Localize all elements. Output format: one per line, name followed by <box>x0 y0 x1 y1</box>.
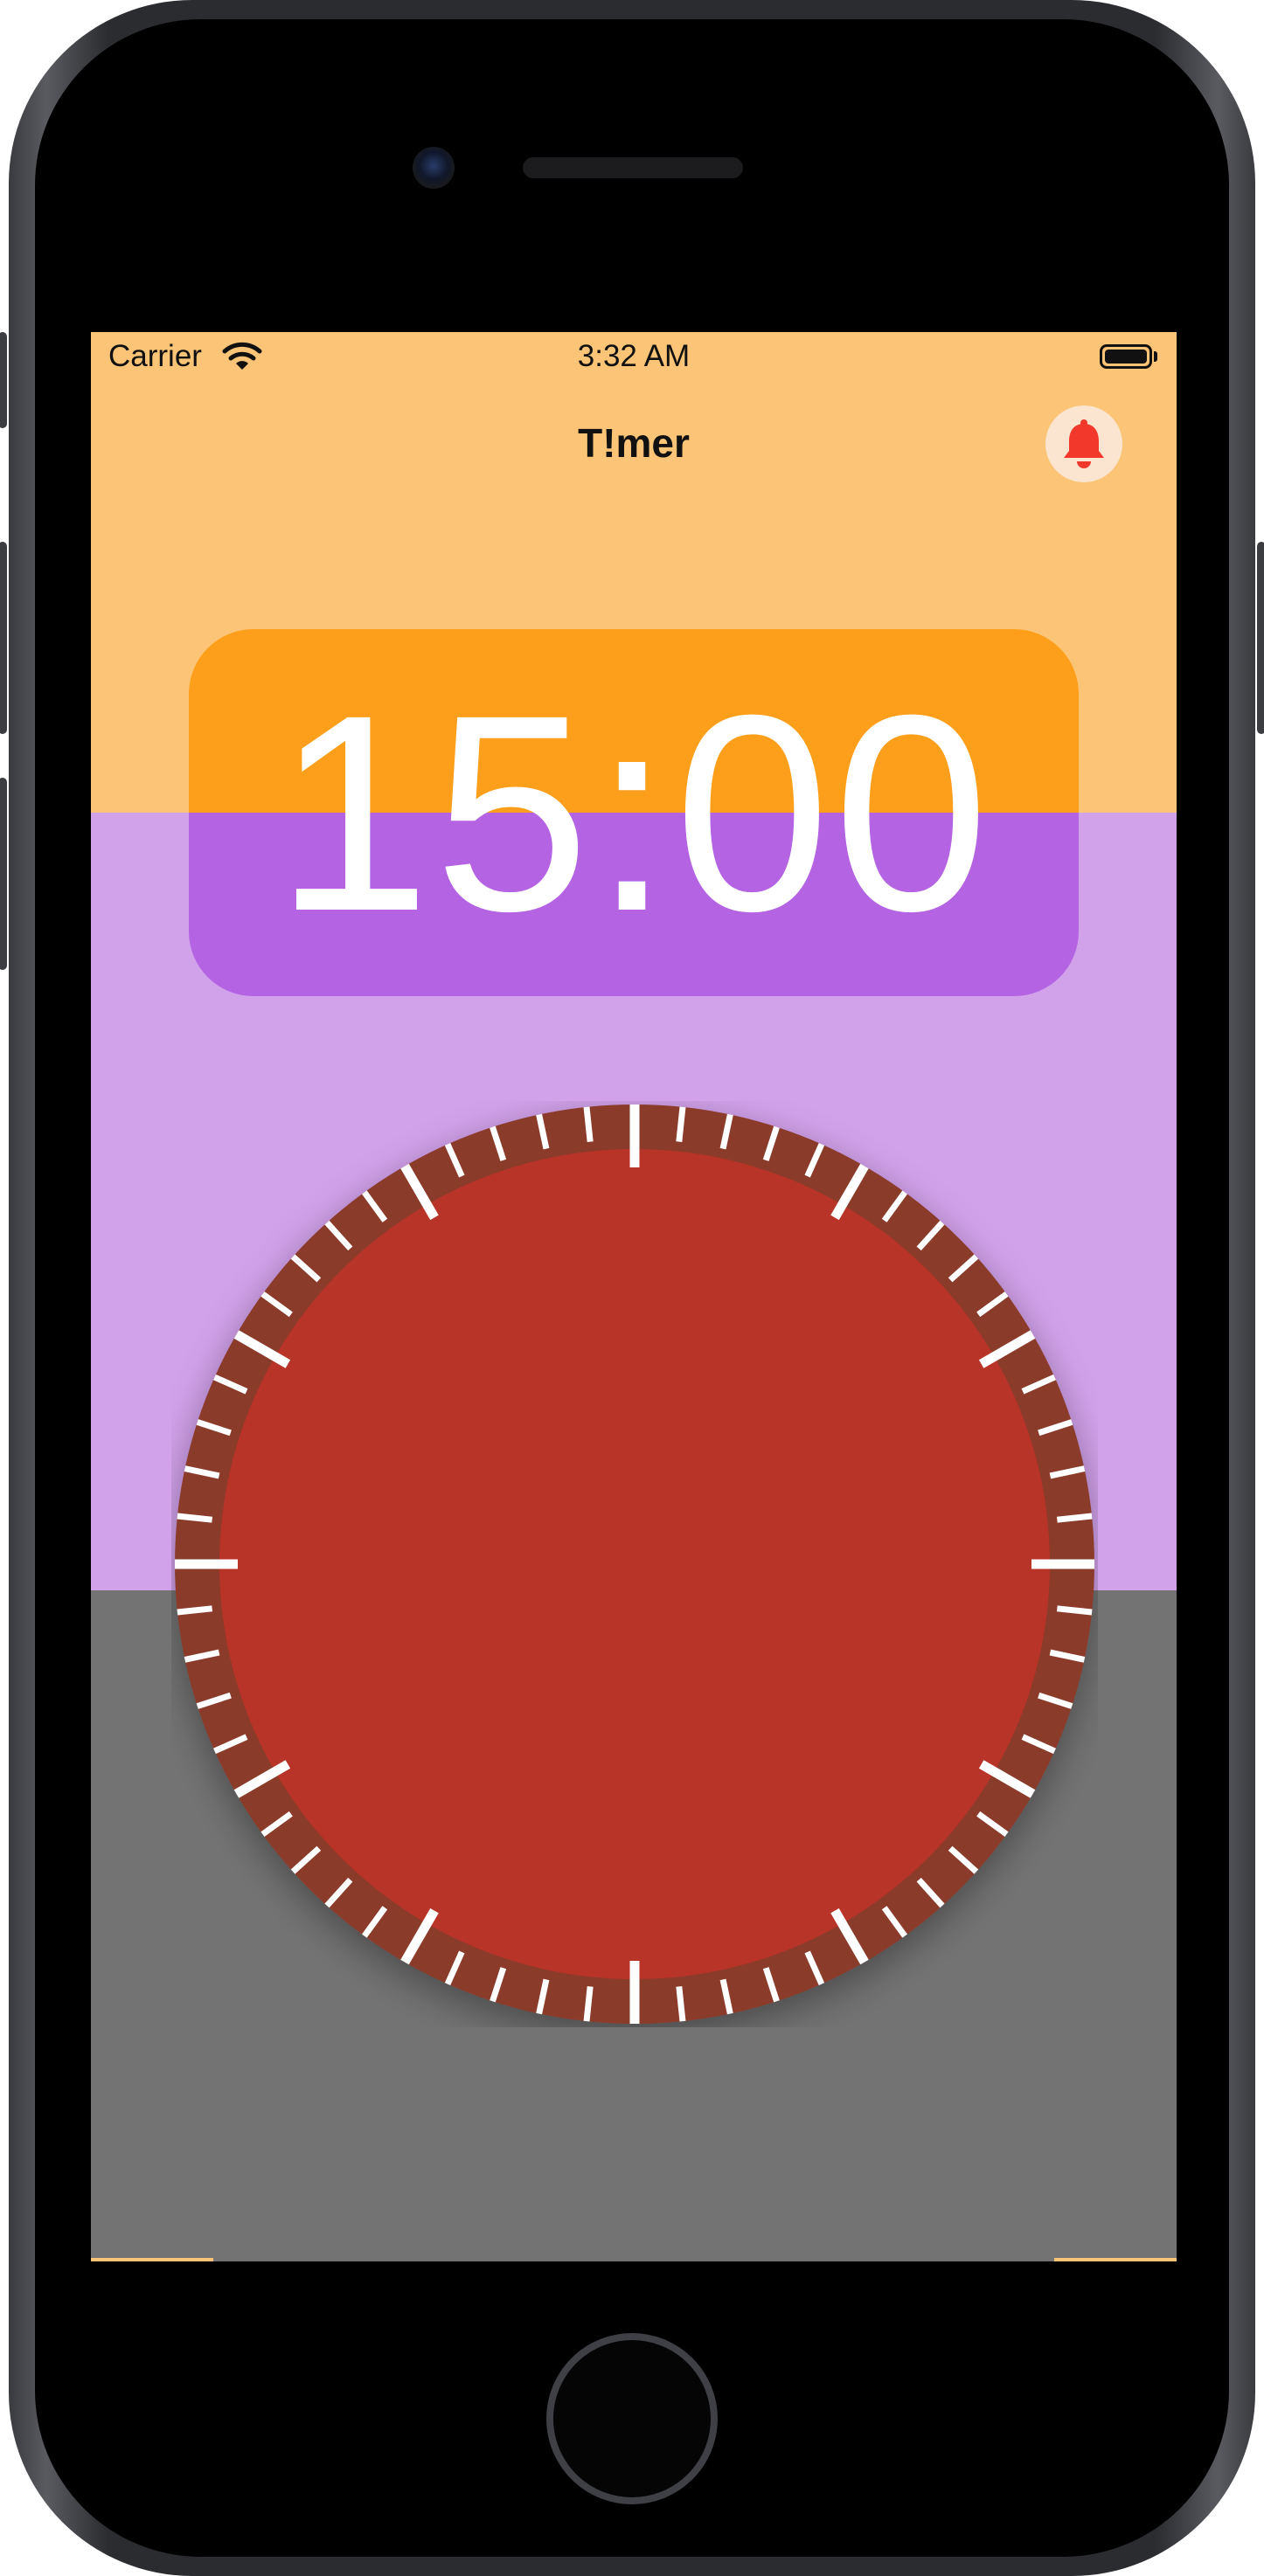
app-screen: Carrier 3:32 AM T!mer 15:00 <box>91 332 1177 2261</box>
camera-icon <box>413 147 455 189</box>
countdown-display[interactable]: 15:00 <box>189 629 1079 996</box>
status-bar: Carrier 3:32 AM <box>91 332 1177 384</box>
dial-minor-tick <box>177 1513 213 1523</box>
home-button[interactable] <box>546 2333 718 2504</box>
dial-minor-tick <box>1056 1513 1093 1523</box>
accent-line-left <box>91 2258 213 2261</box>
speaker-grille <box>523 157 743 178</box>
volume-down-button <box>0 778 7 970</box>
battery-tip <box>1154 351 1157 362</box>
accent-line-right <box>1054 2258 1177 2261</box>
app-title: T!mer <box>578 420 690 466</box>
dial-minor-tick <box>1056 1605 1093 1616</box>
bell-icon <box>1064 419 1104 468</box>
silent-switch <box>0 332 7 428</box>
volume-up-button <box>0 542 7 734</box>
dial-minor-tick <box>177 1605 213 1616</box>
dial-minor-tick <box>583 1106 594 1143</box>
timer-dial[interactable] <box>171 1101 1098 2027</box>
status-time: 3:32 AM <box>577 339 691 373</box>
dial-face <box>219 1149 1050 1979</box>
dial-graphic[interactable] <box>171 1101 1098 2027</box>
battery-full-icon <box>1100 344 1152 369</box>
countdown-time: 15:00 <box>274 656 993 969</box>
dial-minor-tick <box>676 1106 686 1143</box>
alarm-button[interactable] <box>1045 405 1122 482</box>
dial-minor-tick <box>583 1985 594 2022</box>
dial-minor-tick <box>676 1985 686 2022</box>
power-button <box>1257 542 1264 734</box>
